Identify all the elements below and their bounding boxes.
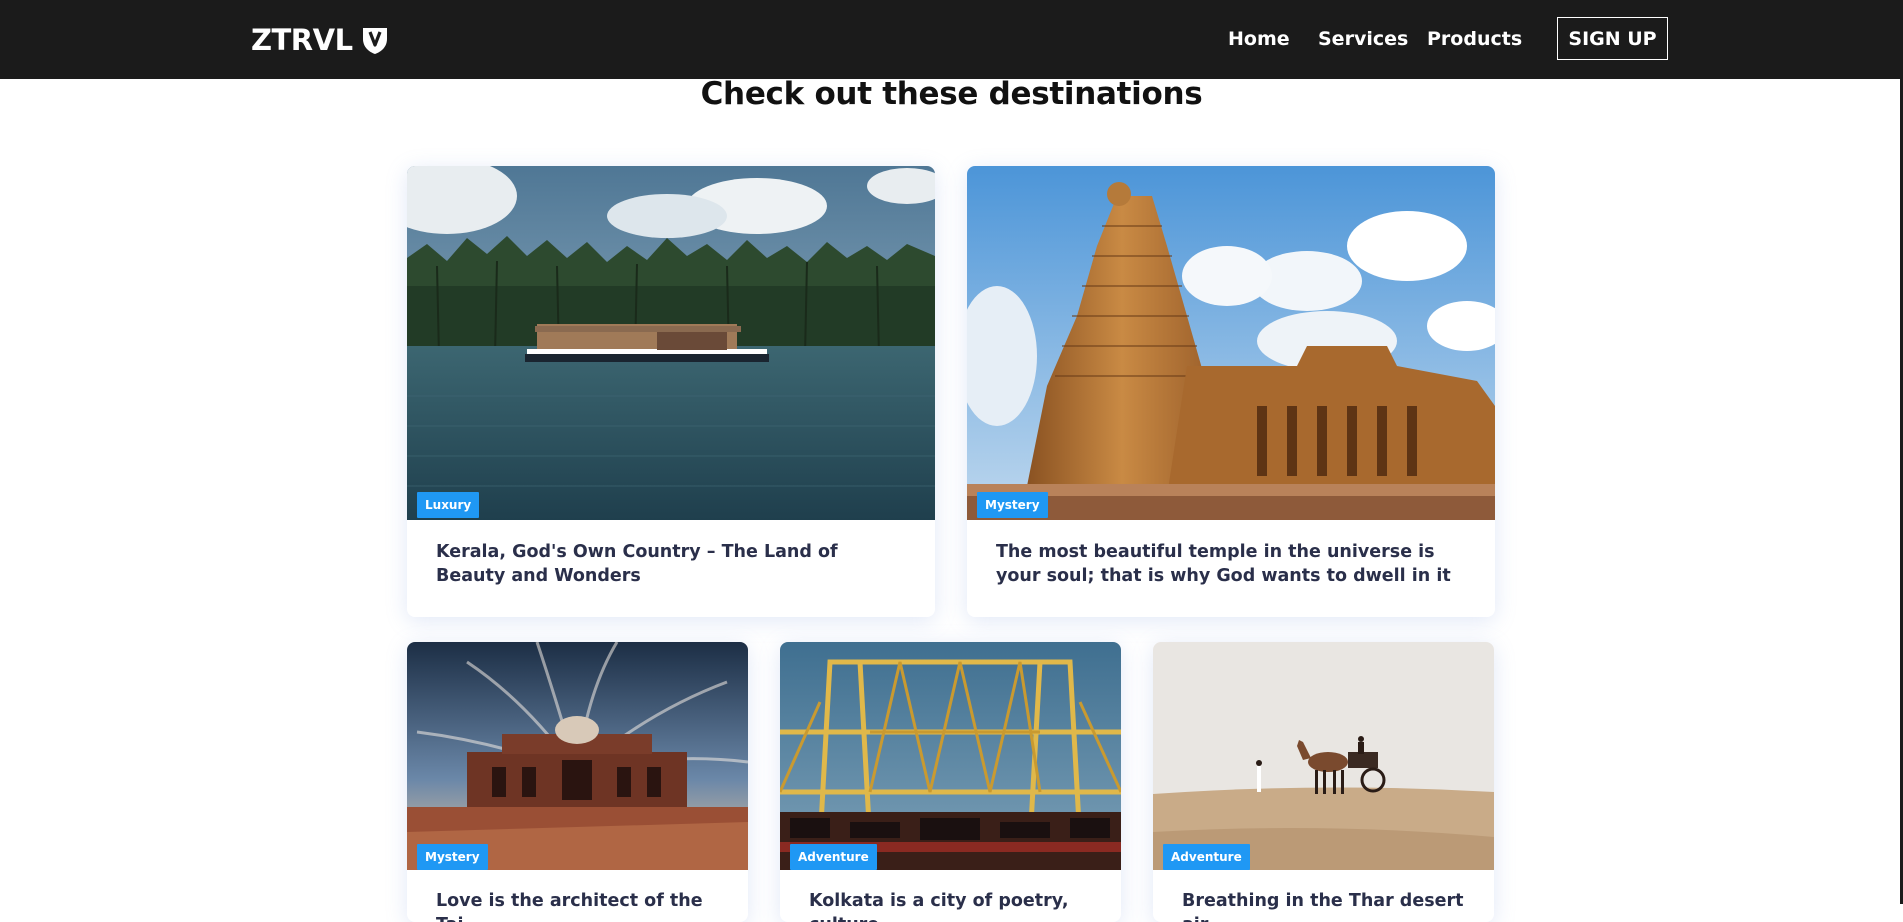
destination-card-tomb[interactable]: Mystery Love is the architect of the Taj	[407, 642, 748, 922]
card-title[interactable]: Breathing in the Thar desert air	[1182, 889, 1465, 922]
nav-products-link[interactable]: Products	[1427, 28, 1522, 50]
brand-name: ZTRVL	[251, 23, 353, 57]
destination-card-temple[interactable]: Mystery The most beautiful temple in the…	[967, 166, 1495, 617]
signup-button[interactable]: SIGN UP	[1557, 17, 1668, 60]
brand-logo[interactable]: ZTRVL	[251, 20, 389, 60]
card-title[interactable]: Kolkata is a city of poetry, culture	[809, 889, 1092, 922]
nav-home-link[interactable]: Home	[1228, 28, 1290, 50]
category-badge: Mystery	[977, 492, 1048, 518]
card-title[interactable]: Love is the architect of the Taj	[436, 889, 719, 922]
category-badge: Mystery	[417, 844, 488, 870]
category-badge: Adventure	[790, 844, 877, 870]
card-title[interactable]: The most beautiful temple in the univers…	[996, 540, 1466, 588]
temple-tower-photo	[967, 166, 1495, 520]
shield-v-icon	[362, 28, 387, 54]
page-title: Check out these destinations	[700, 76, 1203, 112]
destination-card-bridge[interactable]: Adventure Kolkata is a city of poetry, c…	[780, 642, 1121, 922]
tomb-sunset-photo	[407, 642, 748, 870]
category-badge: Adventure	[1163, 844, 1250, 870]
houseboat-backwaters-photo	[407, 166, 935, 520]
howrah-bridge-photo	[780, 642, 1121, 870]
destination-card-kerala[interactable]: Luxury Kerala, God's Own Country – The L…	[407, 166, 935, 617]
camel-desert-photo	[1153, 642, 1494, 870]
nav-services-link[interactable]: Services	[1318, 28, 1408, 50]
top-navbar: ZTRVL Home Services Products SIGN UP	[0, 0, 1903, 79]
card-title[interactable]: Kerala, God's Own Country – The Land of …	[436, 540, 906, 588]
category-badge: Luxury	[417, 492, 480, 518]
destination-card-desert[interactable]: Adventure Breathing in the Thar desert a…	[1153, 642, 1494, 922]
